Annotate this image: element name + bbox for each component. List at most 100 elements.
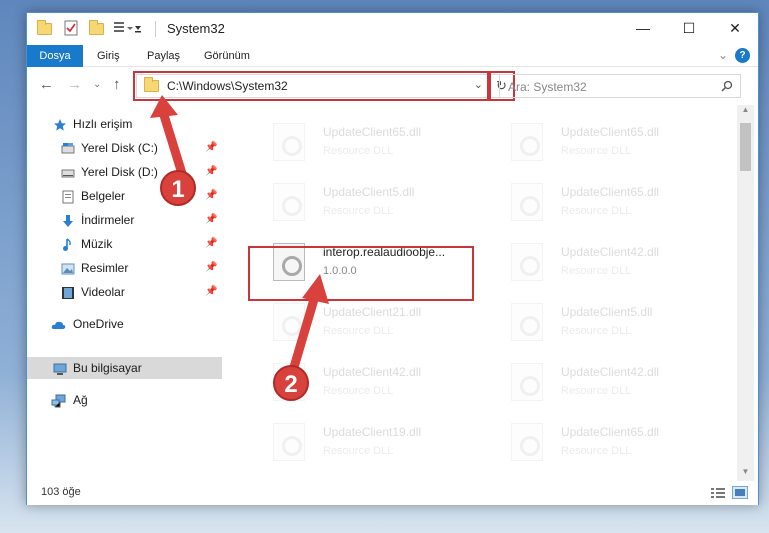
scroll-thumb[interactable]: [740, 123, 751, 171]
sidebar-item-disk-c[interactable]: Yerel Disk (C:) 📌: [27, 137, 222, 159]
file-name: UpdateClient65.dll: [561, 185, 660, 199]
file-name: UpdateClient5.dll: [323, 185, 415, 199]
back-arrow-icon[interactable]: ←: [39, 76, 54, 93]
sidebar-item-music[interactable]: Müzik 📌: [27, 233, 222, 255]
sidebar-item-network[interactable]: Ağ: [27, 389, 222, 411]
file-name: UpdateClient5.dll: [561, 305, 653, 319]
sidebar-item-pictures[interactable]: Resimler 📌: [27, 257, 222, 279]
tab-home[interactable]: Giriş: [97, 45, 120, 67]
dll-file-icon: [273, 123, 305, 161]
minimize-button[interactable]: —: [620, 13, 666, 43]
pictures-icon: [61, 261, 75, 275]
star-icon: [53, 117, 67, 131]
dll-file-icon: [511, 123, 543, 161]
scroll-down-icon[interactable]: ▼: [737, 467, 754, 481]
download-icon: [61, 213, 75, 227]
sidebar-item-label: OneDrive: [73, 317, 124, 331]
sidebar-item-quick-access[interactable]: Hızlı erişim: [27, 113, 222, 135]
sidebar-item-label: Resimler: [81, 261, 129, 275]
file-description: Resource DLL: [561, 205, 632, 217]
list-item[interactable]: UpdateClient42.dll Resource DLL: [491, 235, 721, 289]
file-name: UpdateClient21.dll: [323, 305, 422, 319]
sidebar-item-this-pc[interactable]: Bu bilgisayar: [27, 357, 222, 379]
sidebar-item-label: Videolar: [81, 285, 125, 299]
close-button[interactable]: ✕: [712, 13, 758, 43]
up-arrow-icon[interactable]: ↑: [113, 76, 121, 93]
computer-icon: [53, 361, 67, 375]
sidebar-item-downloads[interactable]: İndirmeler 📌: [27, 209, 222, 231]
ribbon-tabs: Dosya Giriş Paylaş Görünüm ⌄ ?: [27, 45, 758, 67]
sidebar-item-label: İndirmeler: [81, 213, 135, 227]
sidebar-item-onedrive[interactable]: OneDrive: [27, 313, 222, 335]
recent-locations-icon[interactable]: ⌄: [93, 79, 101, 90]
tiles-view-icon[interactable]: [732, 486, 748, 499]
scroll-up-icon[interactable]: ▲: [737, 105, 754, 119]
network-icon: [51, 393, 66, 408]
file-description: Resource DLL: [323, 445, 394, 457]
dll-file-icon: [273, 303, 305, 341]
dll-file-icon: [273, 423, 305, 461]
new-folder-icon[interactable]: [89, 20, 105, 37]
address-highlight-box: [133, 71, 489, 101]
help-button[interactable]: ?: [735, 48, 750, 63]
forward-arrow-icon[interactable]: →: [67, 76, 82, 93]
sidebar-item-label: Müzik: [81, 237, 113, 251]
dll-file-icon: [511, 303, 543, 341]
list-item[interactable]: UpdateClient65.dll Resource DLL: [491, 115, 721, 169]
videos-icon: [61, 285, 75, 299]
sidebar-item-videos[interactable]: Videolar 📌: [27, 281, 222, 303]
search-input[interactable]: Ara: System32: [499, 74, 741, 98]
properties-icon[interactable]: [63, 20, 79, 36]
list-item[interactable]: UpdateClient42.dll Resource DLL: [491, 355, 721, 409]
sidebar-item-label: Yerel Disk (C:): [81, 141, 158, 155]
list-item[interactable]: UpdateClient21.dll Resource DLL: [253, 295, 483, 349]
list-item[interactable]: UpdateClient65.dll Resource DLL: [491, 175, 721, 229]
list-item[interactable]: UpdateClient5.dll Resource DLL: [253, 175, 483, 229]
file-name: UpdateClient42.dll: [561, 245, 660, 259]
file-list: UpdateClient65.dll Resource DLL UpdateCl…: [223, 105, 737, 481]
file-name: UpdateClient42.dll: [561, 365, 660, 379]
tab-view[interactable]: Görünüm: [204, 45, 250, 67]
sidebar-item-label: Belgeler: [81, 189, 126, 203]
pin-icon[interactable]: 📌: [205, 185, 217, 207]
dll-file-icon: [511, 243, 543, 281]
file-name: UpdateClient65.dll: [323, 125, 422, 139]
search-icon[interactable]: [721, 80, 733, 95]
folder-icon[interactable]: [37, 20, 53, 37]
sidebar-item-label: Yerel Disk (D:): [81, 165, 158, 179]
list-item[interactable]: UpdateClient65.dll Resource DLL: [253, 115, 483, 169]
pin-icon[interactable]: 📌: [205, 281, 217, 303]
file-description: Resource DLL: [323, 205, 394, 217]
title-bar: System32 — ☐ ✕: [27, 13, 758, 45]
sidebar-item-label: Ağ: [73, 393, 88, 407]
file-description: Resource DLL: [323, 145, 394, 157]
dll-file-icon: [511, 183, 543, 221]
tab-file[interactable]: Dosya: [27, 45, 83, 67]
pin-icon[interactable]: 📌: [205, 161, 217, 183]
file-name: UpdateClient65.dll: [561, 425, 660, 439]
list-item[interactable]: UpdateClient19.dll Resource DLL: [253, 415, 483, 469]
file-name: UpdateClient42.dll: [323, 365, 422, 379]
pin-icon[interactable]: 📌: [205, 137, 217, 159]
file-name: UpdateClient19.dll: [323, 425, 422, 439]
customize-qa-icon[interactable]: [113, 20, 141, 36]
pin-icon[interactable]: 📌: [205, 209, 217, 231]
dll-file-icon: [511, 363, 543, 401]
maximize-button[interactable]: ☐: [666, 13, 712, 43]
file-description: Resource DLL: [561, 385, 632, 397]
pin-icon[interactable]: 📌: [205, 233, 217, 255]
expand-ribbon-icon[interactable]: ⌄: [718, 48, 728, 62]
item-count: 103 öğe: [41, 486, 81, 498]
pin-icon[interactable]: 📌: [205, 257, 217, 279]
list-item[interactable]: UpdateClient5.dll Resource DLL: [491, 295, 721, 349]
list-item[interactable]: UpdateClient65.dll Resource DLL: [491, 415, 721, 469]
vertical-scrollbar[interactable]: ▲ ▼: [737, 105, 754, 481]
file-highlight-box: [248, 246, 474, 301]
music-icon: [61, 237, 75, 251]
file-description: Resource DLL: [323, 385, 394, 397]
explorer-window: System32 — ☐ ✕ Dosya Giriş Paylaş Görünü…: [26, 12, 759, 505]
tab-share[interactable]: Paylaş: [147, 45, 180, 67]
file-description: Resource DLL: [561, 325, 632, 337]
details-view-icon[interactable]: [710, 486, 726, 499]
window-title: System32: [167, 21, 225, 36]
